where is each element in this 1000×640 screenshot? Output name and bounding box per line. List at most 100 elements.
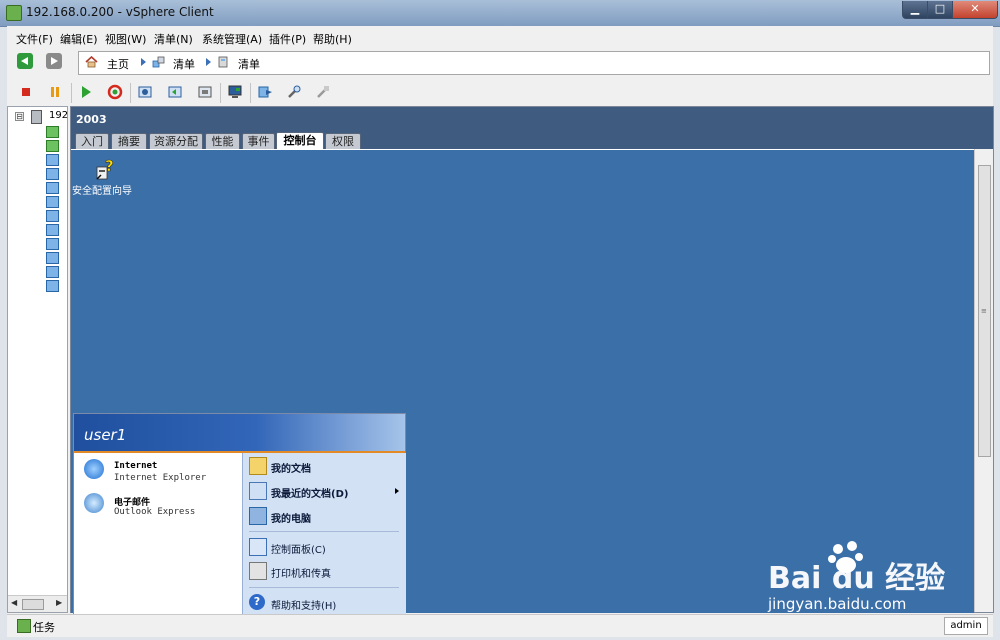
scroll-right-arrow-icon[interactable]: ▶ bbox=[56, 598, 62, 607]
vm-node-icon[interactable] bbox=[46, 280, 59, 292]
menu-inventory[interactable]: 清单(N) bbox=[154, 31, 193, 47]
menu-administration[interactable]: 系统管理(A) bbox=[202, 31, 262, 47]
window-titlebar: 192.168.0.200 - vSphere Client ▁ □ ✕ bbox=[0, 0, 1000, 27]
inventory-icon bbox=[152, 56, 165, 68]
system-help[interactable]: ? 帮助和支持(H) bbox=[247, 593, 405, 613]
tab-getting-started[interactable]: 入门 bbox=[75, 133, 109, 149]
menu-help[interactable]: 帮助(H) bbox=[313, 31, 352, 47]
pinned-email[interactable]: 电子邮件 Outlook Express bbox=[84, 493, 234, 521]
snapshot-icon[interactable] bbox=[137, 84, 153, 100]
watermark-brand: Bai du 经验 bbox=[768, 561, 946, 596]
minimize-button[interactable]: ▁ bbox=[902, 1, 928, 19]
security-wizard-icon[interactable]: ? bbox=[95, 158, 117, 182]
power-off-icon[interactable] bbox=[18, 84, 34, 100]
forward-arrow-icon[interactable] bbox=[46, 53, 62, 69]
place-my-computer[interactable]: 我的电脑 bbox=[247, 506, 405, 526]
vm-node-icon[interactable] bbox=[46, 154, 59, 166]
tree-horizontal-scrollbar[interactable]: ◀ ▶ bbox=[8, 595, 67, 612]
vm-node-icon[interactable] bbox=[46, 210, 59, 222]
vm-node-icon[interactable] bbox=[46, 238, 59, 250]
system-printers[interactable]: 打印机和传真 bbox=[247, 561, 405, 581]
inventory-tree: ⊟ 192 ◀ ▶ bbox=[7, 106, 68, 613]
tasks-button[interactable]: 任务 bbox=[33, 619, 55, 635]
settings-wrench-icon[interactable] bbox=[286, 84, 302, 100]
vm-toolbar bbox=[7, 80, 993, 106]
menu-separator bbox=[249, 531, 399, 532]
tree-collapse-toggle[interactable]: ⊟ bbox=[15, 112, 24, 121]
pinned-internet[interactable]: Internet Internet Explorer bbox=[84, 459, 234, 487]
place-label: 我的电脑 bbox=[271, 514, 311, 525]
tab-console[interactable]: 控制台 bbox=[276, 132, 324, 150]
folder-icon bbox=[249, 457, 267, 475]
tab-performance[interactable]: 性能 bbox=[205, 133, 240, 149]
migrate-icon[interactable] bbox=[257, 84, 273, 100]
back-arrow-icon[interactable] bbox=[17, 53, 33, 69]
vm-node-icon[interactable] bbox=[46, 182, 59, 194]
menu-edit[interactable]: 编辑(E) bbox=[60, 31, 98, 47]
power-on-icon[interactable] bbox=[78, 84, 94, 100]
vm-node-icon[interactable] bbox=[46, 224, 59, 236]
guest-start-menu: user1 Internet Internet Explorer 电子邮件 Ou… bbox=[73, 413, 406, 615]
tools-disabled-icon[interactable] bbox=[315, 84, 331, 100]
scroll-left-arrow-icon[interactable]: ◀ bbox=[11, 598, 17, 607]
desktop-icon-label[interactable]: 安全配置向导 bbox=[72, 182, 132, 197]
home-icon[interactable] bbox=[85, 56, 98, 68]
breadcrumb-separator-icon bbox=[141, 58, 146, 66]
system-control-panel[interactable]: 控制面板(C) bbox=[247, 537, 405, 557]
start-menu-pinned: Internet Internet Explorer 电子邮件 Outlook … bbox=[74, 453, 241, 614]
place-my-documents[interactable]: 我的文档 bbox=[247, 456, 405, 476]
snapshot-manager-icon[interactable] bbox=[197, 84, 213, 100]
tab-events[interactable]: 事件 bbox=[242, 133, 275, 149]
navigation-bar: 主页 清单 清单 bbox=[7, 49, 993, 79]
start-menu-username: user1 bbox=[84, 426, 127, 444]
vm-node-icon[interactable] bbox=[46, 196, 59, 208]
watermark-url: jingyan.baidu.com bbox=[768, 595, 907, 613]
my-computer-icon bbox=[249, 507, 267, 525]
revert-snapshot-icon[interactable] bbox=[167, 84, 183, 100]
start-menu-header: user1 bbox=[74, 414, 405, 453]
vm-node-icon[interactable] bbox=[46, 252, 59, 264]
vm-node-icon[interactable] bbox=[46, 168, 59, 180]
pinned-subtitle: Outlook Express bbox=[114, 507, 196, 517]
menu-plugins[interactable]: 插件(P) bbox=[269, 31, 306, 47]
baidu-watermark: Bai du 经验 jingyan.baidu.com bbox=[768, 535, 948, 615]
place-label: 我的文档 bbox=[271, 464, 311, 475]
vm-node-icon[interactable] bbox=[46, 140, 59, 152]
place-recent-documents[interactable]: 我最近的文档(D) bbox=[247, 481, 405, 501]
place-label: 我最近的文档(D) bbox=[271, 489, 349, 500]
toolbar-divider bbox=[250, 83, 251, 103]
inventory-list-icon bbox=[218, 56, 228, 68]
scrollbar-thumb[interactable] bbox=[22, 599, 44, 610]
breadcrumb-home[interactable]: 主页 bbox=[107, 56, 129, 72]
menu-view[interactable]: 视图(W) bbox=[105, 31, 146, 47]
logged-in-user: admin bbox=[944, 617, 988, 635]
help-label: 帮助和支持(H) bbox=[271, 601, 337, 612]
submenu-arrow-icon bbox=[395, 488, 399, 494]
console-icon[interactable] bbox=[227, 84, 243, 100]
vm-node-icon[interactable] bbox=[46, 266, 59, 278]
maximize-button[interactable]: □ bbox=[927, 1, 953, 19]
scrollbar-grip-icon: ≡ bbox=[981, 307, 987, 315]
reset-icon[interactable] bbox=[107, 84, 123, 100]
vm-node-icon[interactable] bbox=[46, 126, 59, 138]
close-button[interactable]: ✕ bbox=[952, 1, 998, 19]
control-panel-icon bbox=[249, 538, 267, 556]
mail-icon bbox=[84, 493, 104, 513]
tab-summary[interactable]: 摘要 bbox=[111, 133, 147, 149]
window-title: 192.168.0.200 - vSphere Client bbox=[26, 5, 214, 19]
breadcrumb: 主页 清单 清单 bbox=[78, 51, 990, 75]
breadcrumb-inventory-list[interactable]: 清单 bbox=[238, 56, 260, 72]
start-menu-places: 我的文档 我最近的文档(D) 我的电脑 控制面板(C) 打印机和传真 ? 帮助和… bbox=[242, 453, 406, 614]
tab-permissions[interactable]: 权限 bbox=[325, 133, 361, 149]
app-chrome: 文件(F) 编辑(E) 视图(W) 清单(N) 系统管理(A) 插件(P) 帮助… bbox=[7, 26, 994, 616]
menu-file[interactable]: 文件(F) bbox=[16, 31, 53, 47]
vsphere-app-icon bbox=[6, 5, 22, 21]
host-server-icon[interactable] bbox=[31, 110, 42, 124]
tab-resource-allocation[interactable]: 资源分配 bbox=[149, 133, 203, 149]
console-vertical-scrollbar[interactable]: ≡ bbox=[974, 149, 993, 612]
system-label: 打印机和传真 bbox=[271, 569, 331, 580]
breadcrumb-inventory[interactable]: 清单 bbox=[173, 56, 195, 72]
tasks-icon[interactable] bbox=[17, 619, 31, 633]
tree-host-label[interactable]: 192 bbox=[49, 110, 68, 121]
suspend-icon[interactable] bbox=[47, 84, 63, 100]
